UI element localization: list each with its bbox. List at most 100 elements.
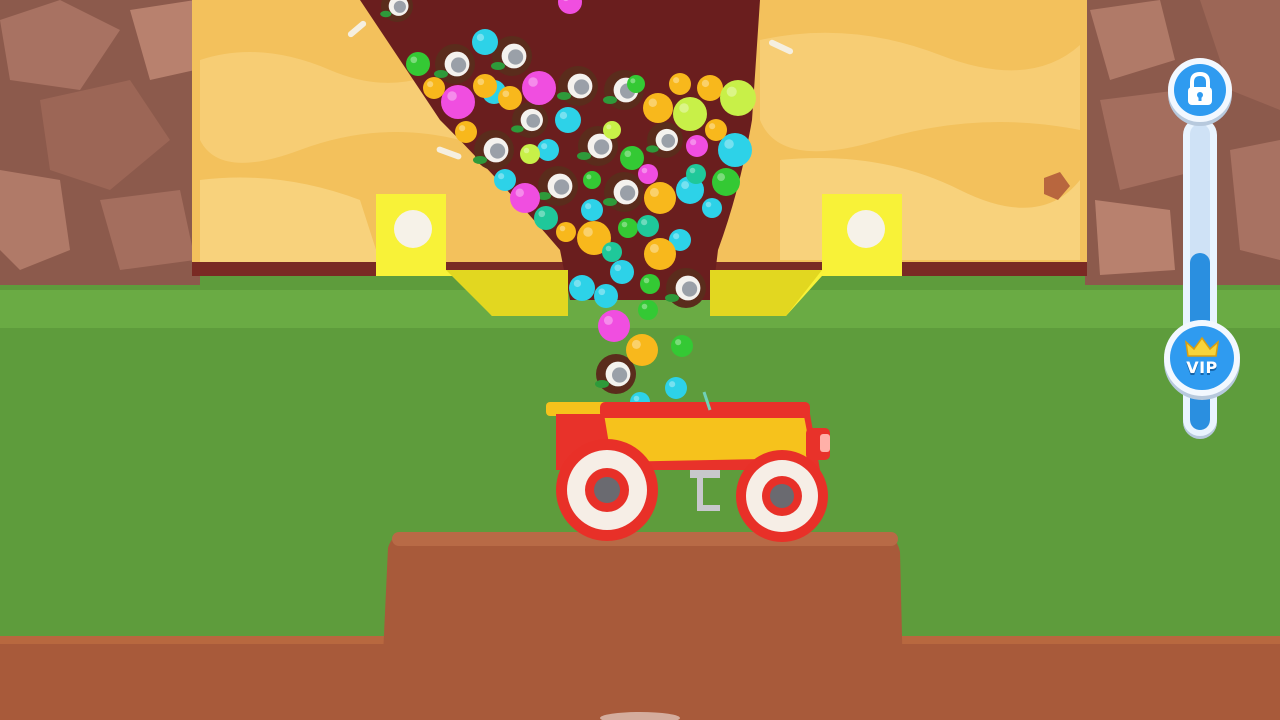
ball-highlight-55 [586, 174, 592, 180]
coconut-leaf-1 [434, 70, 448, 78]
ball-41 [705, 119, 727, 141]
vip-button[interactable]: VIP [1164, 320, 1240, 396]
ball-highlight-59 [523, 147, 530, 154]
ball-highlight-62 [641, 219, 648, 226]
ball-highlight-42 [649, 187, 659, 197]
ball-20 [581, 199, 603, 221]
ball-highlight-30 [690, 139, 697, 146]
coconut-leaf-2 [491, 62, 505, 70]
ball-15 [555, 107, 581, 133]
ball-highlight-20 [585, 203, 592, 210]
ball-highlight-38 [648, 98, 657, 107]
ball-highlight-32 [641, 167, 648, 174]
coconut-shell-inside-5 [526, 114, 541, 128]
ball-40 [455, 121, 477, 143]
ball-highlight-26 [669, 381, 676, 388]
ball-39 [697, 75, 723, 101]
coconut-shell-inside-3 [574, 79, 590, 95]
ball-highlight-64 [689, 167, 696, 174]
ball-highlight-53 [641, 303, 648, 310]
ball-highlight-15 [559, 111, 568, 120]
ball-highlight-29 [528, 77, 538, 87]
ball-45 [644, 238, 676, 270]
ball-highlight-58 [726, 86, 737, 97]
coconut-shell-inside-2 [507, 49, 524, 65]
coconut-shell-inside-7 [594, 139, 610, 155]
ball-29 [522, 71, 556, 105]
ball-60 [603, 121, 621, 139]
ball-highlight-16 [541, 143, 548, 150]
ball-54 [671, 335, 693, 357]
ball-highlight-56 [630, 78, 636, 84]
ball-52 [640, 274, 660, 294]
coconut-shell-inside-10 [620, 185, 636, 201]
coconut-shell-inside-6 [490, 143, 506, 159]
ball-highlight-46 [631, 339, 641, 349]
ball-highlight-49 [624, 150, 632, 158]
coconut-leaf-8 [646, 145, 659, 153]
ball-highlight-57 [679, 103, 689, 113]
ball-56 [627, 75, 645, 93]
ball-highlight-50 [717, 173, 726, 182]
ball-50 [712, 168, 740, 196]
ball-highlight-51 [621, 221, 628, 228]
ball-44 [556, 222, 576, 242]
ball-63 [602, 242, 622, 262]
ball-highlight-18 [498, 173, 505, 180]
ball-28 [441, 85, 475, 119]
tractor-wheel-rear [556, 439, 658, 541]
dirt-pillar [380, 532, 904, 720]
ball-30 [686, 135, 708, 157]
ball-47 [669, 73, 691, 95]
ball-highlight-33 [603, 315, 613, 325]
coconut-shell-inside-9 [554, 179, 570, 195]
ball-48 [406, 52, 430, 76]
ball-highlight-47 [673, 77, 680, 84]
ball-highlight-48 [410, 56, 418, 64]
coconut-leaf-11 [665, 294, 679, 302]
ball-highlight-17 [724, 139, 734, 149]
ball-53 [638, 300, 658, 320]
ball-highlight-35 [427, 81, 434, 88]
coconut-leaf-0 [380, 10, 392, 18]
ball-62 [637, 215, 659, 237]
ball-highlight-41 [709, 123, 716, 130]
ball-37 [498, 86, 522, 110]
ball-26 [665, 377, 687, 399]
ball-highlight-39 [701, 79, 710, 88]
coconut-leaf-5 [511, 125, 524, 133]
ball-61 [534, 206, 558, 230]
lock-button-face [1174, 64, 1226, 116]
ball-59 [520, 144, 540, 164]
coconut-shell-inside-8 [661, 134, 676, 148]
ball-highlight-52 [643, 277, 650, 284]
ball-18 [494, 169, 516, 191]
coconut-shell-inside-1 [451, 57, 467, 73]
coconut-leaf-7 [577, 152, 591, 160]
ball-highlight-27 [633, 395, 640, 402]
ball-highlight-45 [649, 243, 659, 253]
ball-49 [620, 146, 644, 170]
ball-51 [618, 218, 638, 238]
vip-label: VIP [1186, 358, 1218, 377]
vip-button-face: VIP [1170, 326, 1234, 390]
ball-highlight-60 [606, 124, 612, 130]
ball-33 [598, 310, 630, 342]
ball-highlight-13 [476, 33, 485, 42]
ball-64 [686, 164, 706, 184]
ball-58 [720, 80, 756, 116]
ball-highlight-63 [605, 245, 612, 252]
coconut-leaf-10 [603, 198, 617, 206]
ball-highlight-25 [614, 264, 622, 272]
coconut-leaf-12 [595, 380, 609, 388]
ball-highlight-28 [447, 91, 457, 101]
ball-24 [594, 284, 618, 308]
ball-highlight-21 [705, 201, 712, 208]
ball-25 [610, 260, 634, 284]
ball-38 [643, 93, 673, 123]
ball-highlight-24 [598, 288, 606, 296]
lock-button[interactable] [1168, 58, 1232, 122]
ball-55 [583, 171, 601, 189]
coconut-leaf-6 [473, 156, 487, 164]
ball-highlight-23 [573, 279, 582, 288]
